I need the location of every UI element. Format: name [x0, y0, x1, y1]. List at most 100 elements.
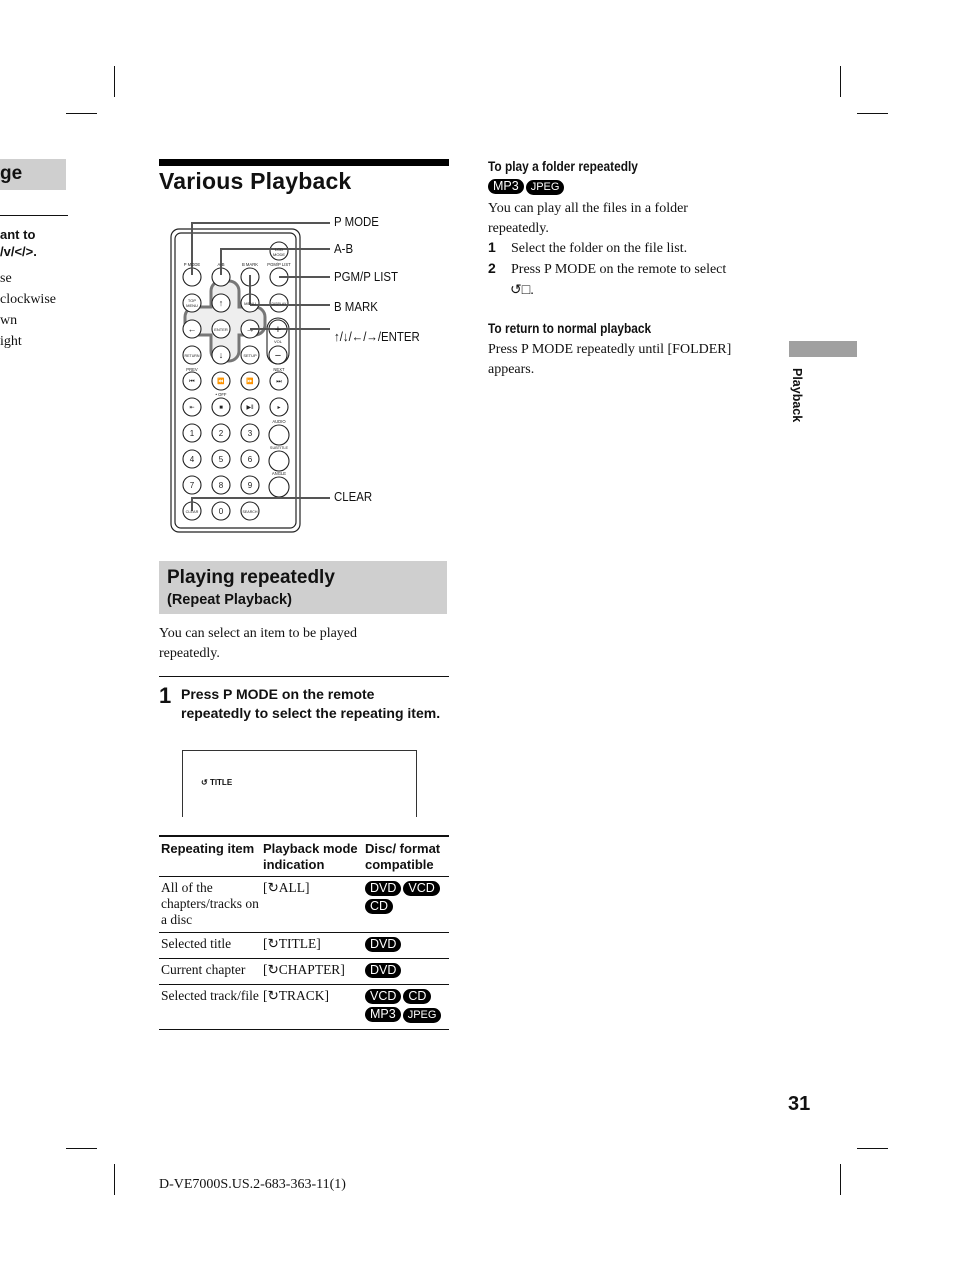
title-rule	[159, 159, 449, 166]
header-playback-mode: Playback mode indication	[261, 835, 363, 877]
format-badge-dvd: DVD	[365, 881, 402, 896]
page-title: Various Playback	[159, 168, 352, 194]
digit-label: 7	[190, 481, 195, 490]
table-row: Current chapter [↻CHAPTER] DVD	[159, 958, 449, 985]
folder-repeat-intro: You can play all the files in a folder r…	[488, 201, 688, 236]
section-intro: You can select an item to be played repe…	[159, 626, 358, 661]
crop-mark	[857, 1148, 888, 1149]
step-number: 1	[159, 683, 172, 708]
playback-icon: ▶‖	[246, 405, 253, 411]
table-row: Selected track/file [↻TRACK] VCD CDMP3 JPEG	[159, 984, 449, 1030]
playback-icon: ▸	[277, 405, 280, 411]
left-page-heading: ge	[0, 159, 66, 190]
digit-label: 3	[248, 429, 253, 438]
cell-repeating-item: Current chapter	[159, 958, 261, 985]
subtitle-button	[268, 450, 290, 472]
side-tab-bar	[789, 341, 857, 357]
pgm-p-list-label: PGM/P LIST	[267, 262, 291, 267]
return-normal-text: Press P MODE repeatedly until [FOLDER] a…	[488, 342, 732, 377]
playback-icon: ■	[219, 405, 223, 411]
section-heading-box: Playing repeatedly (Repeat Playback)	[159, 561, 447, 614]
table-row: Selected title [↻TITLE] DVD	[159, 932, 449, 959]
search-label: SEARCH	[243, 510, 258, 514]
crop-mark	[840, 1164, 841, 1195]
cell-mode-indication: [↻TRACK]	[261, 984, 363, 1030]
vol-plus-icon: +	[275, 324, 281, 336]
cell-formats: DVD	[363, 958, 449, 985]
digit-label: 6	[248, 455, 253, 464]
left-page-body-text: se clockwise wn ight	[0, 271, 56, 349]
digit-label: 5	[219, 455, 224, 464]
folder-repeat-heading: To play a folder repeatedly	[488, 158, 638, 174]
format-badge-jpeg: JPEG	[525, 180, 565, 195]
cell-repeating-item: Selected track/file	[159, 984, 261, 1030]
section-heading: Playing repeatedly	[167, 567, 335, 588]
transport-icon: ⏩	[246, 377, 254, 385]
page-number: 31	[788, 1093, 811, 1115]
format-badge-dvd: DVD	[365, 937, 402, 952]
display-label: DISPLAY	[272, 302, 288, 306]
format-badge-dvd: DVD	[365, 963, 402, 978]
transport-icon: ⏮	[189, 379, 195, 385]
return-normal-heading: To return to normal playback	[488, 320, 652, 336]
b-mark-label: B MARK	[242, 262, 258, 267]
format-badge-cd: CD	[365, 899, 394, 914]
repeat-folder-icon: ↺□.	[510, 281, 535, 297]
left-arrow-icon: ←	[188, 324, 197, 334]
section-subheading: (Repeat Playback)	[167, 592, 292, 608]
digit-label: 2	[219, 429, 224, 438]
callout-arrows-enter: ↑/↓/←/→/ENTER	[334, 329, 420, 344]
step-text: Press P MODE on the remote repeatedly to…	[181, 686, 441, 721]
callout-pgm-p-list: PGM/P LIST	[334, 269, 399, 284]
footer-code: D-VE7000S.US.2-683-363-11(1)	[159, 1177, 346, 1192]
transport-icon: ⏪	[217, 377, 225, 385]
cell-formats: DVD	[363, 932, 449, 959]
up-arrow-icon: ↑	[219, 298, 224, 308]
angle-button	[268, 476, 290, 498]
p-mode-label: P MODE	[184, 262, 201, 267]
digit-label: 4	[190, 455, 195, 464]
crop-mark	[66, 1148, 97, 1149]
top-menu-label: MENU	[186, 303, 198, 308]
digit-label: 1	[190, 429, 195, 438]
format-badge-vcd: VCD	[403, 881, 440, 896]
format-badge-jpeg: JPEG	[402, 1008, 442, 1023]
next-label: NEXT	[273, 367, 285, 372]
format-badge-mp3: MP3	[365, 1007, 401, 1022]
audio-button	[268, 424, 290, 446]
cell-formats: VCD CDMP3 JPEG	[363, 984, 449, 1030]
header-repeating-item: Repeating item	[159, 835, 261, 877]
vol-label: VOL	[274, 339, 283, 344]
a-b-label: A-B	[218, 262, 225, 267]
cell-formats: DVD VCD CD	[363, 876, 449, 933]
cell-mode-indication: [↻CHAPTER]	[261, 958, 363, 985]
transport-icon: ⏭	[276, 379, 282, 385]
crop-mark	[66, 113, 97, 114]
folder-format-badges: MP3 JPEG	[488, 177, 566, 197]
crop-mark	[114, 1164, 115, 1195]
left-page-rule	[0, 215, 68, 216]
menu-label: MENU	[244, 301, 256, 306]
crop-mark	[840, 66, 841, 97]
callout-clear: CLEAR	[334, 489, 373, 504]
cell-repeating-item: Selected title	[159, 932, 261, 959]
step-rule	[159, 676, 449, 677]
digit-label: 0	[219, 507, 224, 516]
callout-b-mark: B MARK	[334, 299, 378, 314]
header-disc-format: Disc/ format compatible	[363, 835, 449, 877]
right-arrow-icon: →	[246, 324, 255, 334]
down-arrow-icon: ↓	[219, 350, 224, 360]
callout-a-b: A-B	[334, 241, 354, 256]
angle-label: ANGLE	[272, 471, 286, 476]
cell-repeating-item: All of the chapters/tracks on a disc	[159, 876, 261, 933]
return-label: RETURN	[185, 354, 200, 358]
format-badge-vcd: VCD	[365, 989, 402, 1004]
display-screen-illustration: ↺ TITLE	[182, 750, 417, 817]
table-header-row: Repeating item Playback mode indication …	[159, 835, 449, 877]
prev-label: PREV	[186, 367, 198, 372]
table-row: All of the chapters/tracks on a disc [↻AL…	[159, 876, 449, 933]
repeat-icon: ↺	[201, 778, 210, 787]
crop-mark	[857, 113, 888, 114]
cell-mode-indication: [↻ALL]	[261, 876, 363, 933]
callout-lines	[191, 222, 330, 511]
